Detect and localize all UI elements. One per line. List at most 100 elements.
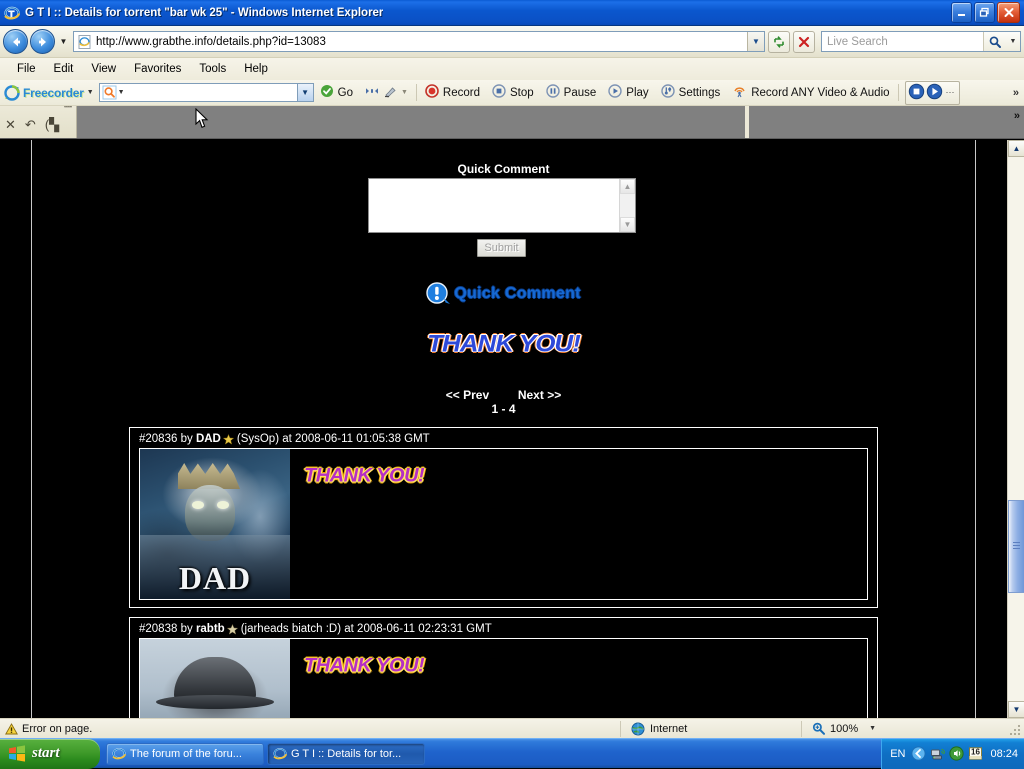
quick-comment-link[interactable]: Quick Comment bbox=[0, 282, 1007, 306]
address-dropdown-icon[interactable]: ▼ bbox=[747, 32, 764, 51]
comment-by-label: by bbox=[180, 623, 193, 635]
quick-comment-link-text: Quick Comment bbox=[454, 285, 581, 302]
close-button[interactable] bbox=[997, 2, 1020, 23]
media-play-icon[interactable] bbox=[926, 83, 943, 103]
clipped-toolbar-icons[interactable]: ✕ ↶ (▚ bbox=[5, 117, 59, 133]
clipped-toolbar-left[interactable]: ▀▀ ⌜⌝ ▪ ▩ ✕ ↶ (▚ bbox=[0, 106, 77, 138]
scroll-up-arrow-icon[interactable]: ▲ bbox=[1008, 140, 1024, 157]
security-zone[interactable]: Internet bbox=[621, 722, 801, 736]
freecorder-stop-button[interactable]: Stop bbox=[486, 84, 540, 101]
start-button[interactable]: start bbox=[0, 738, 100, 769]
freecorder-menu-caret-icon[interactable]: ▼ bbox=[87, 89, 94, 96]
address-url-text: http://www.grabthe.info/details.php?id=1… bbox=[96, 35, 326, 48]
menu-item-favorites[interactable]: Favorites bbox=[125, 61, 190, 77]
undo-icon[interactable]: ↶ bbox=[25, 117, 36, 133]
toolbar-row2-overflow-icon[interactable]: » bbox=[1014, 110, 1020, 122]
back-button[interactable] bbox=[3, 29, 28, 54]
stop-label: Stop bbox=[510, 86, 534, 99]
tray-expand-icon[interactable] bbox=[911, 746, 927, 761]
scrollbar-thumb[interactable] bbox=[1008, 499, 1024, 593]
page-scrollbar[interactable]: ▲ ▼ bbox=[1007, 140, 1024, 718]
network-icon[interactable] bbox=[930, 746, 946, 761]
svg-text:16: 16 bbox=[972, 748, 981, 757]
partial-icon[interactable]: (▚ bbox=[45, 117, 59, 133]
freecorder-logo[interactable]: Freecorder bbox=[4, 84, 84, 101]
stop-icon bbox=[492, 84, 506, 101]
tray-clock[interactable]: 08:24 bbox=[990, 748, 1018, 760]
avatar-eye-right bbox=[217, 501, 229, 509]
search-dropdown-icon[interactable]: ▼ bbox=[1006, 32, 1020, 51]
menu-item-edit[interactable]: Edit bbox=[45, 61, 83, 77]
toolbar-separator bbox=[415, 84, 417, 101]
live-search-input[interactable]: Live Search bbox=[822, 36, 983, 48]
menu-item-tools[interactable]: Tools bbox=[190, 61, 235, 77]
forward-button[interactable] bbox=[30, 29, 55, 54]
freecorder-pause-button[interactable]: Pause bbox=[540, 84, 603, 101]
freecorder-search-box[interactable]: ▼ ▼ bbox=[98, 83, 314, 102]
toolbar-separator-2 bbox=[897, 84, 899, 101]
restore-button[interactable] bbox=[974, 2, 995, 23]
freecorder-go-button[interactable]: Go bbox=[314, 84, 359, 101]
submit-button[interactable]: Submit bbox=[477, 239, 526, 257]
minimize-button[interactable] bbox=[951, 2, 972, 23]
freecorder-search-engine-caret-icon[interactable]: ▼ bbox=[118, 89, 125, 96]
media-stop-icon[interactable] bbox=[908, 83, 925, 103]
globe-icon bbox=[631, 722, 645, 736]
prev-link[interactable]: << Prev bbox=[446, 388, 489, 402]
calendar-icon[interactable]: 16 bbox=[968, 746, 983, 761]
taskbar-item-forum[interactable]: The forum of the foru... bbox=[106, 742, 264, 765]
avatar-skull-shape bbox=[185, 485, 235, 541]
status-error-area[interactable]: Error on page. bbox=[0, 723, 620, 735]
scroll-down-icon[interactable]: ▼ bbox=[620, 217, 635, 232]
comment-body: DAD THANK YOU! bbox=[139, 448, 868, 600]
broadcast-icon bbox=[732, 84, 747, 101]
zoom-dropdown-icon[interactable]: ▼ bbox=[869, 725, 876, 732]
scroll-down-arrow-icon[interactable]: ▼ bbox=[1008, 701, 1024, 718]
freecorder-record-any-button[interactable]: Record ANY Video & Audio bbox=[726, 84, 895, 101]
scrollbar-track[interactable] bbox=[1008, 157, 1024, 701]
quick-comment-scrollbar[interactable]: ▲ ▼ bbox=[619, 179, 635, 232]
search-icon[interactable] bbox=[983, 32, 1006, 51]
tray-language-indicator[interactable]: EN bbox=[890, 748, 905, 760]
freecorder-media-controls[interactable]: ⋯ bbox=[904, 80, 960, 105]
stop-button[interactable] bbox=[793, 30, 815, 53]
volume-icon[interactable] bbox=[949, 746, 965, 761]
address-input[interactable]: http://www.grabthe.info/details.php?id=1… bbox=[73, 31, 765, 52]
zoom-control[interactable]: 100% ▼ bbox=[802, 722, 1024, 735]
next-link[interactable]: Next >> bbox=[518, 388, 561, 402]
comment-avatar: DAD bbox=[140, 449, 290, 599]
freecorder-play-button[interactable]: Play bbox=[602, 84, 654, 101]
scroll-up-icon[interactable]: ▲ bbox=[620, 179, 635, 194]
menu-item-help[interactable]: Help bbox=[235, 61, 277, 77]
comment-body: THANK YOU! bbox=[139, 638, 868, 718]
comment-author[interactable]: rabtb bbox=[196, 623, 225, 635]
toolbar-empty-area bbox=[77, 106, 745, 138]
menu-item-view[interactable]: View bbox=[82, 61, 125, 77]
freecorder-record-button[interactable]: Record bbox=[419, 84, 486, 101]
refresh-button[interactable] bbox=[768, 30, 790, 53]
internet-explorer-icon bbox=[273, 747, 288, 761]
start-label: start bbox=[32, 745, 60, 761]
comment-avatar bbox=[140, 639, 290, 718]
freecorder-search-dropdown-icon[interactable]: ▼ bbox=[296, 84, 313, 101]
resize-grip-icon[interactable] bbox=[1010, 722, 1022, 735]
history-dropdown-icon[interactable]: ▼ bbox=[57, 32, 70, 52]
comment-author[interactable]: DAD bbox=[196, 433, 221, 445]
quick-comment-textarea[interactable]: ▲ ▼ bbox=[368, 178, 636, 233]
quick-comment-input[interactable] bbox=[369, 179, 619, 232]
zoom-level: 100% bbox=[830, 722, 859, 735]
comment-bubble-icon bbox=[426, 282, 452, 306]
sysop-star-icon bbox=[222, 433, 235, 445]
toolbar-overflow-icon[interactable]: » bbox=[1013, 87, 1024, 99]
menu-item-file[interactable]: File bbox=[8, 61, 45, 77]
taskbar-item-label: The forum of the foru... bbox=[130, 747, 242, 760]
media-more-icon[interactable]: ⋯ bbox=[944, 87, 957, 98]
taskbar-item-gti[interactable]: G T I :: Details for tor... bbox=[267, 742, 425, 765]
comment-at-label: at bbox=[344, 623, 354, 635]
settings-icon bbox=[660, 84, 675, 101]
freecorder-search-icon bbox=[102, 85, 117, 100]
freecorder-settings-button[interactable]: Settings bbox=[655, 84, 727, 101]
live-search-box[interactable]: Live Search ▼ bbox=[821, 31, 1021, 52]
close-x-icon[interactable]: ✕ bbox=[5, 117, 16, 133]
freecorder-highlight-tools[interactable]: ▼ bbox=[359, 85, 414, 101]
